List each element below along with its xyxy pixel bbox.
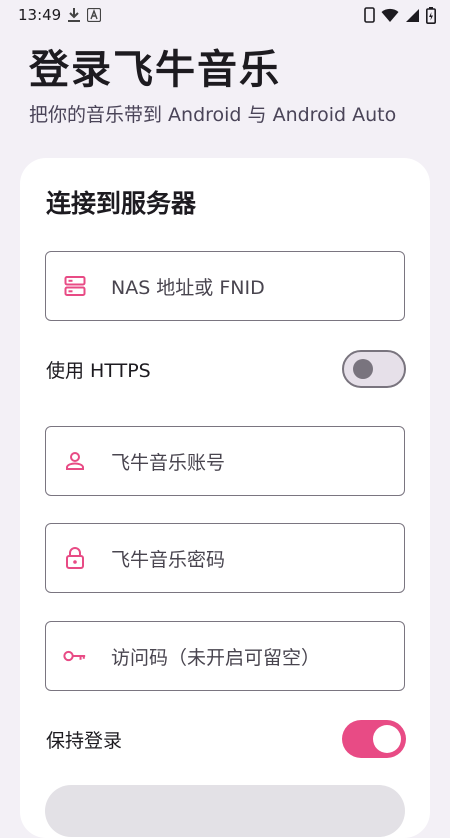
status-bar: 13:49 — [0, 0, 450, 30]
page-subtitle: 把你的音乐带到 Android 与 Android Auto — [29, 104, 397, 126]
https-toggle-label: 使用 HTTPS — [46, 359, 151, 382]
login-card: 连接到服务器 NAS 地址或 FNID 使用 HTTPS 飞牛音乐账号 飞牛音乐… — [20, 158, 430, 838]
battery-icon — [426, 6, 436, 24]
access-code-field[interactable]: 访问码（未开启可留空） — [45, 621, 405, 691]
page-title: 登录飞牛音乐 — [29, 47, 281, 93]
access-code-placeholder: 访问码（未开启可留空） — [111, 646, 321, 669]
account-placeholder: 飞牛音乐账号 — [111, 451, 226, 474]
card-title: 连接到服务器 — [46, 189, 197, 218]
password-field[interactable]: 飞牛音乐密码 — [45, 523, 405, 593]
key-icon — [63, 644, 87, 668]
login-button[interactable] — [45, 785, 405, 837]
password-placeholder: 飞牛音乐密码 — [111, 548, 226, 571]
status-right — [364, 6, 436, 24]
wifi-icon — [381, 8, 399, 23]
keep-login-toggle-switch[interactable] — [342, 720, 406, 758]
keep-login-toggle-thumb — [373, 725, 401, 753]
signal-icon — [405, 8, 420, 23]
download-icon — [67, 7, 81, 23]
keep-login-toggle-label: 保持登录 — [46, 729, 123, 752]
server-address-field[interactable]: NAS 地址或 FNID — [45, 251, 405, 321]
phone-icon — [364, 7, 375, 23]
https-toggle-switch[interactable] — [342, 350, 406, 388]
server-icon — [63, 274, 87, 298]
keep-login-toggle-row: 保持登录 — [46, 719, 406, 759]
server-address-placeholder: NAS 地址或 FNID — [111, 276, 265, 299]
https-toggle-row: 使用 HTTPS — [46, 349, 406, 389]
keyboard-a-icon — [87, 8, 102, 22]
person-icon — [63, 449, 87, 473]
header: 登录飞牛音乐 把你的音乐带到 Android 与 Android Auto — [29, 44, 429, 128]
status-time: 13:49 — [18, 6, 62, 24]
lock-icon — [63, 546, 87, 570]
status-left: 13:49 — [18, 6, 102, 24]
https-toggle-thumb — [353, 359, 373, 379]
account-field[interactable]: 飞牛音乐账号 — [45, 426, 405, 496]
